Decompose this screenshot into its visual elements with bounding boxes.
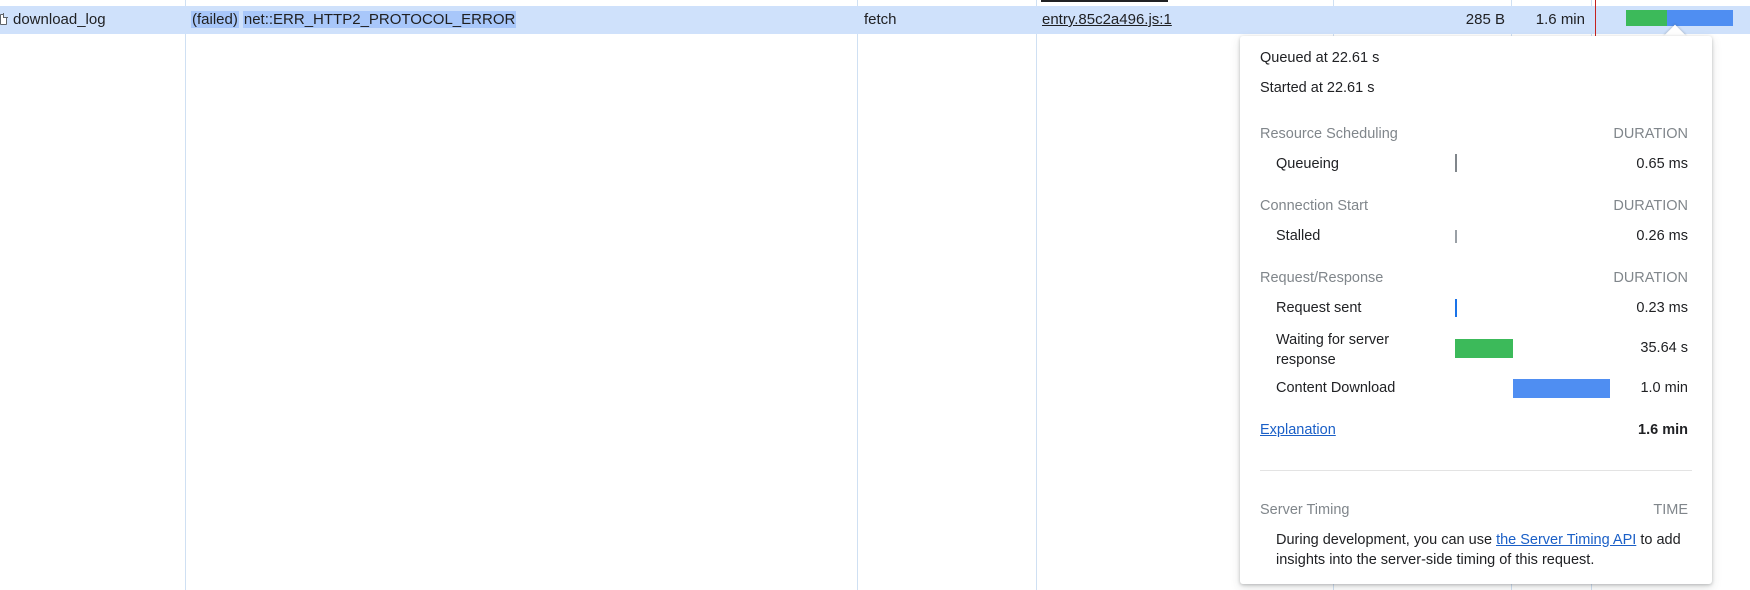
- queued-at: Queued at 22.61 s: [1260, 50, 1380, 66]
- waterfall-waiting-bar[interactable]: [1626, 10, 1667, 26]
- column-divider[interactable]: [857, 0, 858, 590]
- phase-waiting-bar: [1455, 339, 1513, 358]
- started-at: Started at 22.61 s: [1260, 80, 1375, 96]
- popover-divider: [1260, 470, 1692, 471]
- section-resource-scheduling: Resource Scheduling: [1260, 126, 1398, 142]
- waterfall-download-bar[interactable]: [1667, 10, 1733, 26]
- phase-request-sent-label: Request sent: [1276, 300, 1362, 316]
- waterfall-load-marker: [1595, 0, 1596, 40]
- column-divider[interactable]: [185, 0, 186, 590]
- network-panel: download_log (failed) net::ERR_HTTP2_PROT…: [0, 0, 1750, 590]
- document-icon: [0, 13, 8, 25]
- server-timing-api-link[interactable]: the Server Timing API: [1496, 532, 1636, 548]
- previous-row-initiator-underline: [1041, 0, 1168, 2]
- request-status: (failed) net::ERR_HTTP2_PROTOCOL_ERROR: [191, 6, 517, 34]
- duration-header: DURATION: [1613, 270, 1688, 286]
- request-row[interactable]: download_log (failed) net::ERR_HTTP2_PROT…: [0, 0, 1750, 40]
- phase-content-download-label: Content Download: [1276, 380, 1396, 396]
- phase-queueing-label: Queueing: [1276, 156, 1339, 172]
- status-error-code: net::ERR_HTTP2_PROTOCOL_ERROR: [242, 11, 517, 28]
- request-size: 285 B: [1465, 11, 1505, 28]
- phase-request-sent-bar: [1455, 299, 1457, 317]
- duration-header: DURATION: [1613, 126, 1688, 142]
- phase-queueing-value: 0.65 ms: [1636, 156, 1688, 172]
- explanation-link[interactable]: Explanation: [1260, 422, 1336, 438]
- request-time: 1.6 min: [1535, 11, 1585, 28]
- section-request-response: Request/Response: [1260, 270, 1384, 286]
- phase-stalled-label: Stalled: [1276, 228, 1321, 244]
- phase-waiting-value: 35.64 s: [1640, 340, 1688, 356]
- column-divider[interactable]: [1036, 0, 1037, 590]
- request-name[interactable]: download_log: [13, 6, 106, 34]
- phase-queueing-bar: [1455, 154, 1457, 172]
- request-type: fetch: [864, 11, 897, 28]
- section-connection-start: Connection Start: [1260, 198, 1369, 214]
- section-server-timing: Server Timing: [1260, 502, 1350, 518]
- server-timing-text-before: During development, you can use: [1276, 532, 1493, 548]
- phase-stalled-bar: [1455, 230, 1457, 243]
- timing-popover: Queued at 22.61 s Started at 22.61 s Res…: [1240, 36, 1712, 584]
- phase-stalled-value: 0.26 ms: [1636, 228, 1688, 244]
- total-duration: 1.6 min: [1638, 422, 1688, 438]
- time-header: TIME: [1653, 502, 1688, 518]
- phase-content-download-bar: [1513, 379, 1610, 398]
- duration-header: DURATION: [1613, 198, 1688, 214]
- phase-request-sent-value: 0.23 ms: [1636, 300, 1688, 316]
- phase-waiting-label: Waiting for server response: [1276, 332, 1390, 368]
- request-initiator-link[interactable]: entry.85c2a496.js:1: [1042, 6, 1172, 34]
- status-failed: (failed): [191, 11, 239, 28]
- phase-content-download-value: 1.0 min: [1640, 380, 1688, 396]
- server-timing-description: During development, you can use the Serv…: [1276, 530, 1696, 570]
